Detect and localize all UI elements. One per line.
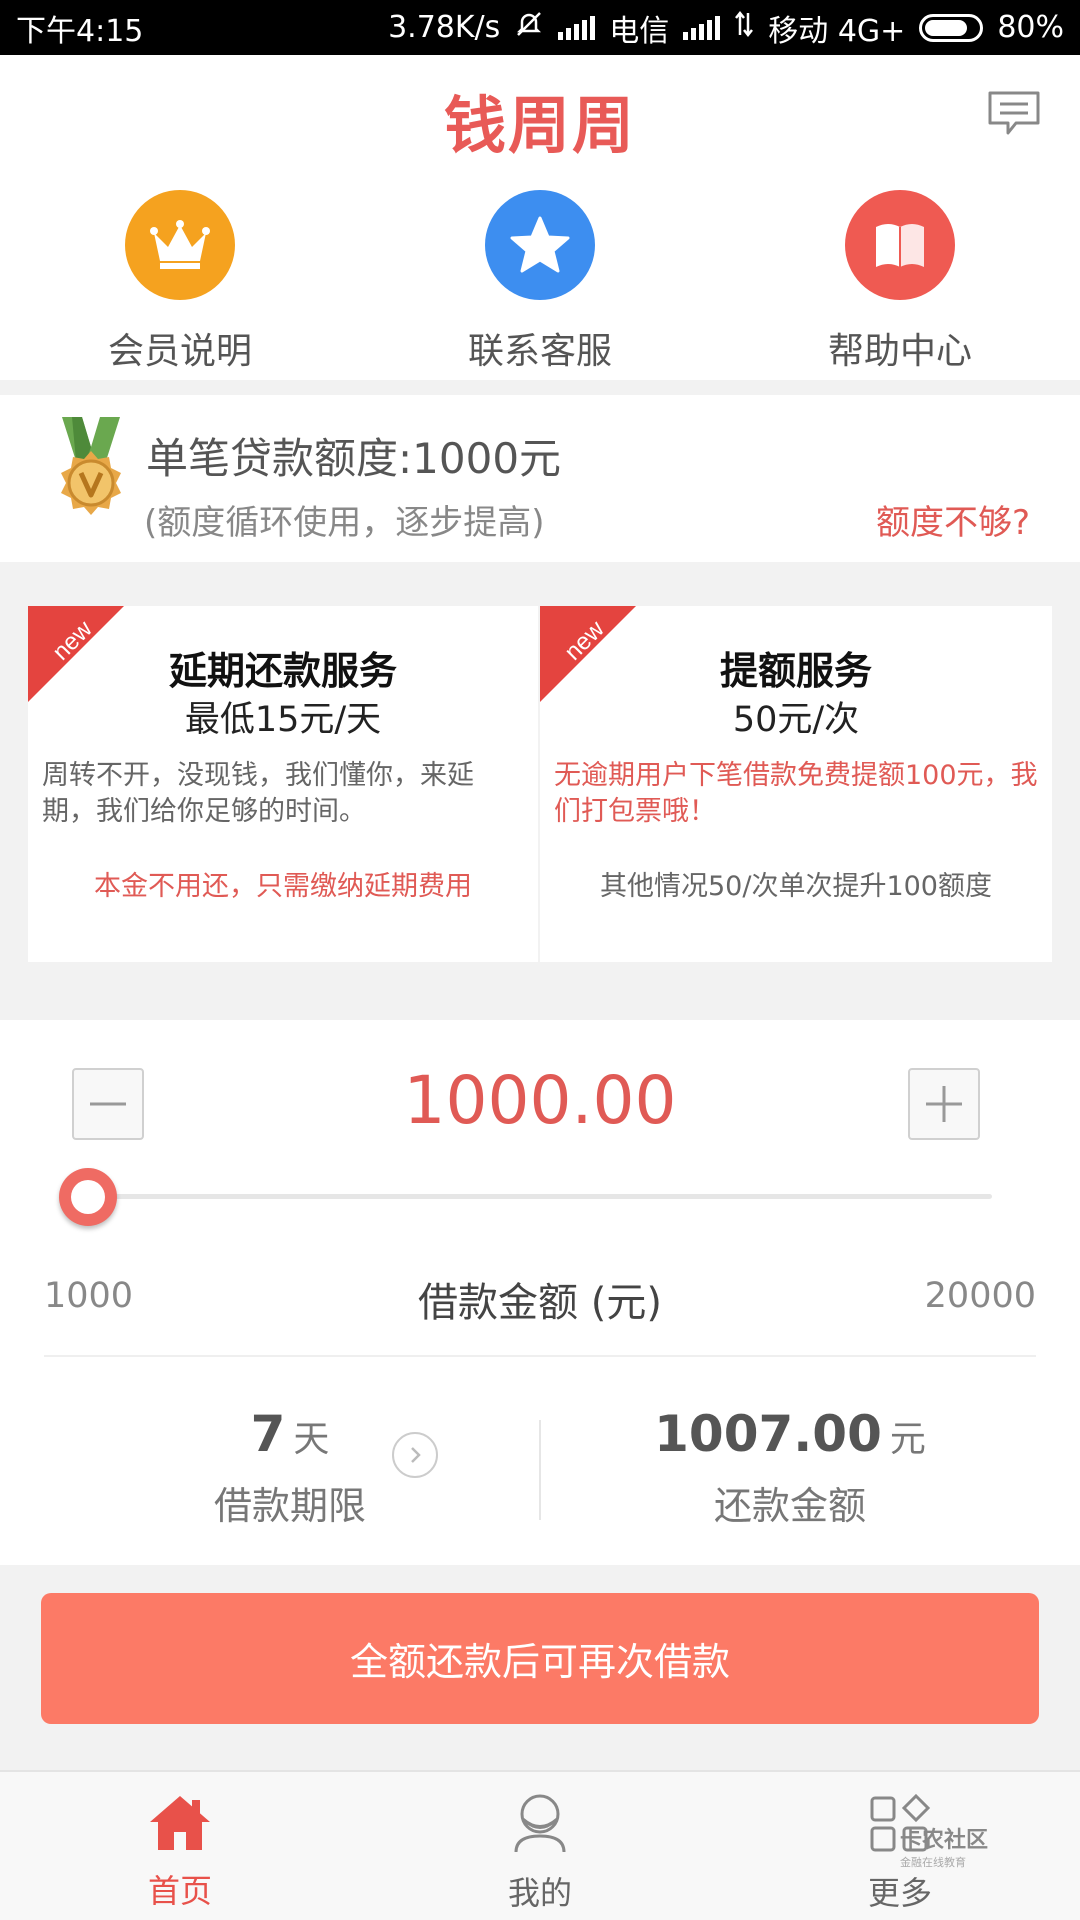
credit-limit-panel: 单笔贷款额度:1000元 (额度循环使用，逐步提高) 额度不够? [0,395,1080,562]
card-title: 提额服务 [719,649,872,693]
carrier-1: 电信 [609,13,670,49]
watermark-title: 卡农社区 [900,1828,989,1853]
quick-menu: 会员说明 联系客服 帮助中心 [0,175,1080,380]
loan-panel: 1000.00 1000 借款金额 (元) 20000 7天 借款期限 1007… [0,1020,1080,1565]
tab-label: 更多 [867,1874,932,1912]
service-card-extension[interactable]: new 延期还款服务 最低15元/天 周转不开，没现钱，我们懂你，来延期，我们给… [28,606,538,962]
user-icon [510,1792,570,1860]
tab-label: 首页 [147,1872,212,1910]
tab-mine[interactable]: 我的 [360,1772,720,1920]
amount-slider-track[interactable] [86,1194,992,1199]
card-title: 延期还款服务 [168,649,397,693]
hd-signal-icon [683,15,721,40]
amount-label: 借款金额 (元) [418,1280,662,1326]
quick-item-label: 联系客服 [467,331,612,372]
quick-item-label: 帮助中心 [827,331,972,372]
divider [44,1355,1036,1357]
loan-term[interactable]: 7天 借款期限 [0,1405,540,1535]
mute-icon [514,9,544,47]
credit-limit-text: 单笔贷款额度:1000元 [146,434,562,483]
status-bar: 下午4:15 3.78K/s 电信 移动 4G+ 80% [0,0,1080,55]
data-arrows-icon [734,9,754,47]
quick-item-help[interactable]: 帮助中心 [720,175,1080,380]
term-value: 7 [250,1405,286,1463]
signal-icon [558,15,596,40]
chevron-right-icon[interactable] [392,1432,438,1478]
message-icon[interactable] [986,89,1042,143]
borrow-again-button[interactable]: 全额还款后可再次借款 [41,1593,1039,1724]
increase-button[interactable] [908,1068,980,1140]
battery-icon [919,13,984,42]
card-note: 其他情况50/次单次提升100额度 [600,871,992,902]
network-speed: 3.78K/s [388,10,501,45]
term-unit: 天 [293,1419,330,1460]
card-description: 无逾期用户下笔借款免费提额100元，我们打包票哦！ [554,760,1038,827]
repay-amount: 1007.00 元 还款金额 [540,1405,1080,1535]
tab-home[interactable]: 首页 [0,1772,360,1920]
status-time: 下午4:15 [16,13,144,49]
battery-percent: 80% [997,10,1064,45]
repay-unit: 元 [889,1419,926,1460]
crown-icon [125,190,235,300]
limit-insufficient-link[interactable]: 额度不够? [876,495,1030,544]
star-icon [485,190,595,300]
carrier-2: 移动 4G+ [768,13,906,49]
tab-label: 我的 [507,1874,572,1912]
quick-item-label: 会员说明 [107,331,252,372]
card-price: 50元/次 [732,700,860,740]
home-icon [146,1792,214,1858]
card-note: 本金不用还，只需缴纳延期费用 [94,871,472,902]
slider-max: 20000 [924,1276,1036,1316]
card-description: 周转不开，没现钱，我们懂你，来延期，我们给你足够的时间。 [42,760,474,827]
term-label: 借款期限 [213,1484,366,1528]
medal-icon [48,417,134,536]
quick-item-support[interactable]: 联系客服 [360,175,720,380]
card-price: 最低15元/天 [184,700,382,740]
book-icon [845,190,955,300]
app-logo: 钱周周 [443,89,636,162]
repay-value: 1007.00 [654,1405,882,1463]
watermark: 卡农社区 金融在线教育 [900,1830,988,1874]
repay-label: 还款金额 [713,1484,866,1528]
amount-slider-handle[interactable] [59,1168,117,1226]
credit-limit-subtext: (额度循环使用，逐步提高) [144,503,545,543]
app-header: 钱周周 [0,55,1080,175]
quick-item-member[interactable]: 会员说明 [0,175,360,380]
service-card-limit-increase[interactable]: new 提额服务 50元/次 无逾期用户下笔借款免费提额100元，我们打包票哦！… [540,606,1052,962]
watermark-subtitle: 金融在线教育 [900,1856,966,1869]
